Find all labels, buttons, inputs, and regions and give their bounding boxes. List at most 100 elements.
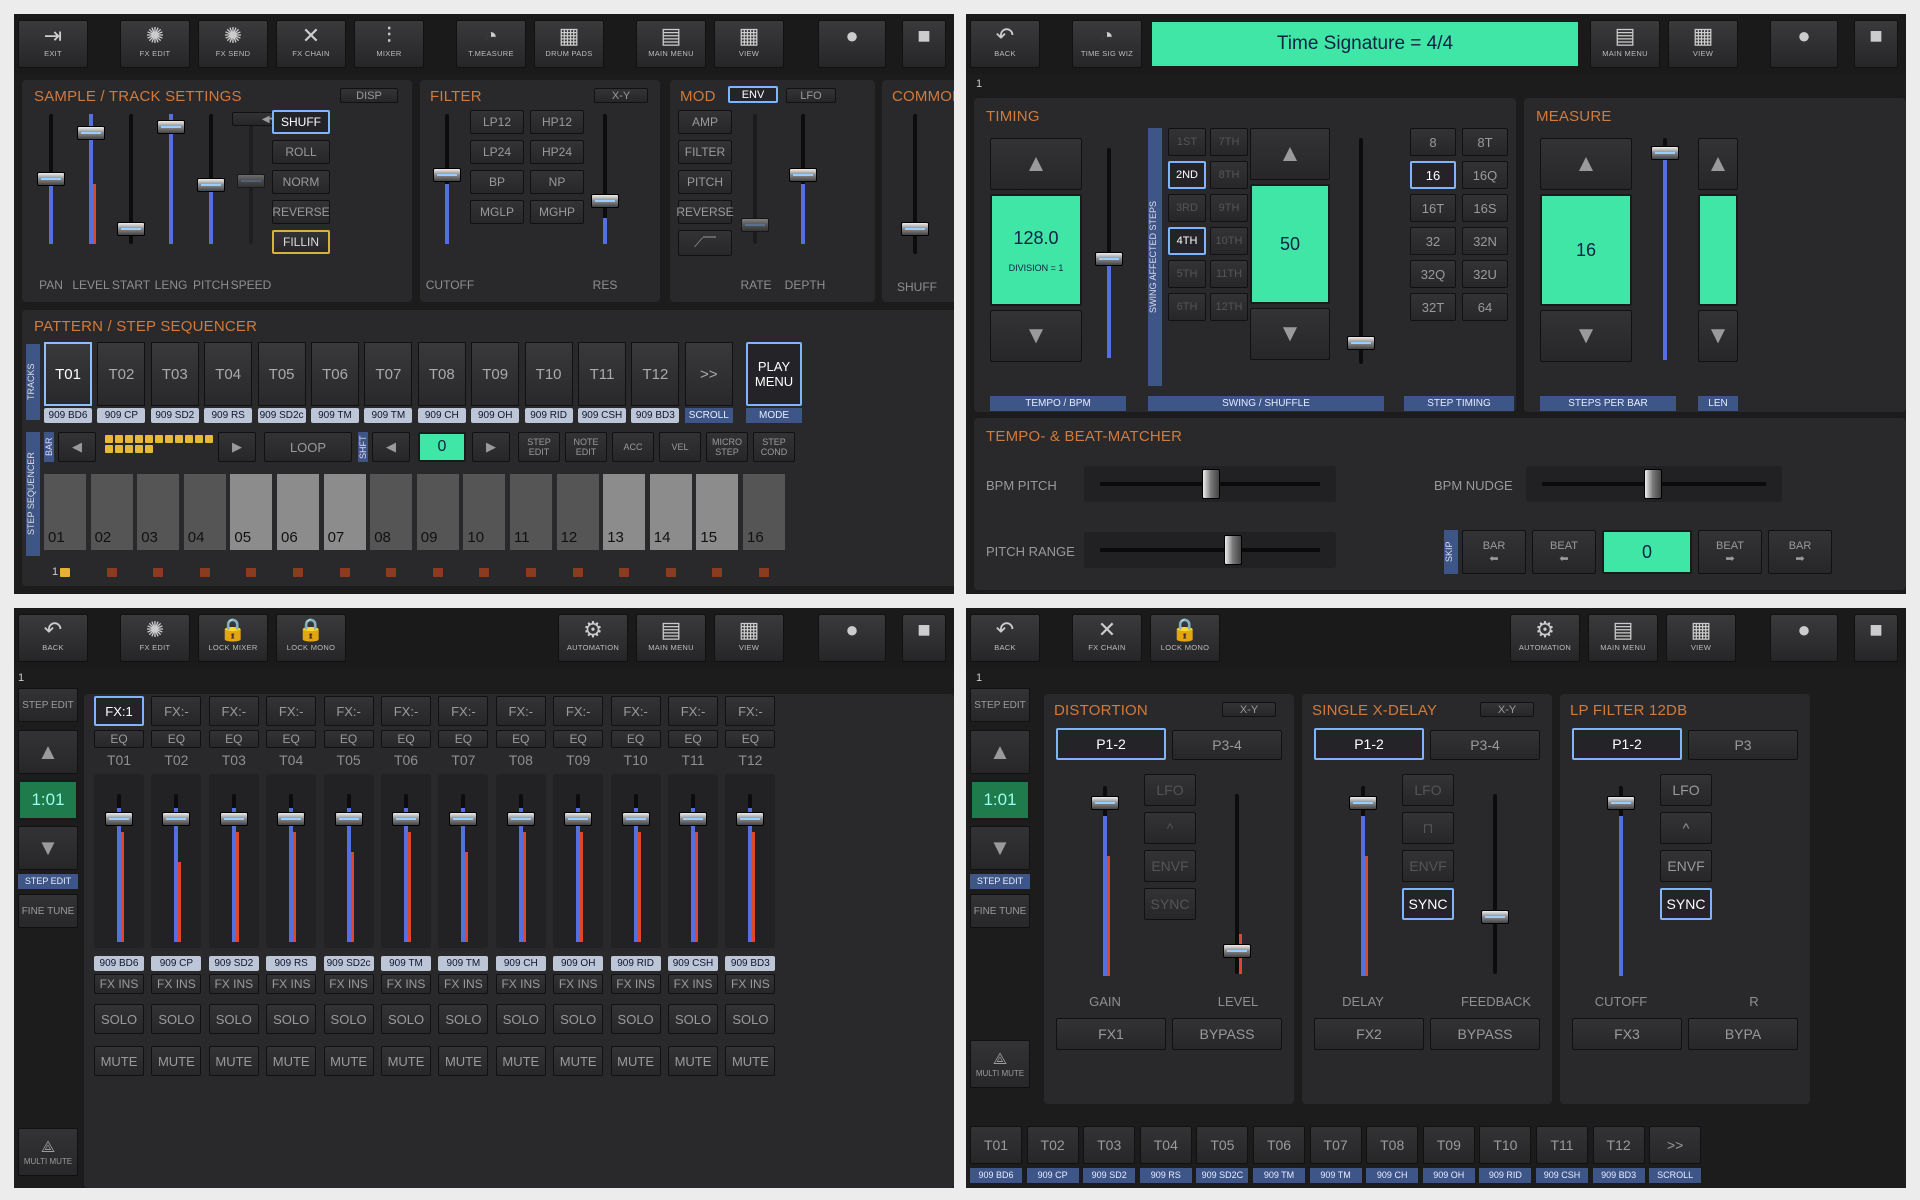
bypass-button[interactable]: BYPASS: [1430, 1018, 1540, 1050]
mod-envf-button[interactable]: ENVF: [1402, 850, 1454, 882]
swing-value[interactable]: 50: [1250, 184, 1330, 304]
automation-button[interactable]: ⚙ AUTOMATION: [558, 614, 628, 662]
p3-4-button[interactable]: P3-4: [1172, 730, 1282, 760]
mute-button[interactable]: MUTE: [208, 1046, 259, 1076]
fx-slot-button[interactable]: FX1: [1056, 1018, 1166, 1050]
track-button-t10[interactable]: T10: [524, 342, 573, 406]
fader-knob[interactable]: [162, 812, 191, 826]
track-button-t05[interactable]: T05: [257, 342, 306, 406]
envelope-shape-button[interactable]: ⟋⎺: [678, 230, 732, 256]
len-value[interactable]: [1698, 194, 1738, 306]
hp12-button[interactable]: HP12: [530, 110, 584, 134]
item-button[interactable]: ●: [818, 20, 886, 68]
p1-2-button[interactable]: P1-2: [1314, 728, 1424, 760]
step-pad[interactable]: 09: [416, 474, 459, 550]
xy-button[interactable]: X-Y: [1480, 702, 1534, 717]
roll-button[interactable]: ROLL: [272, 140, 330, 164]
step-pad[interactable]: 03: [137, 474, 180, 550]
fx-ins-button[interactable]: FX INS: [208, 974, 259, 994]
track-button-item[interactable]: >>: [684, 342, 733, 406]
fx-ins-button[interactable]: FX INS: [495, 974, 546, 994]
item-button[interactable]: ■: [902, 20, 946, 68]
mod-envf-button[interactable]: ENVF: [1660, 850, 1712, 882]
step-up-button[interactable]: ▲: [970, 730, 1030, 774]
cutoff-fader[interactable]: [432, 114, 462, 244]
bar-prev-button[interactable]: ◀: [58, 432, 96, 462]
track-button-t02[interactable]: T02: [1026, 1126, 1079, 1164]
fader-knob[interactable]: [117, 222, 145, 236]
fader-knob[interactable]: [736, 812, 765, 826]
fx-send-button[interactable]: ✺ FX SEND: [198, 20, 268, 68]
eq-button[interactable]: EQ: [438, 730, 489, 748]
speed-fader[interactable]: [236, 114, 266, 244]
multi-mute-button[interactable]: ⟁ MULTI MUTE: [970, 1040, 1030, 1088]
exit-button[interactable]: ⇥ EXIT: [18, 20, 88, 68]
mute-button[interactable]: MUTE: [323, 1046, 374, 1076]
play-menu-button[interactable]: PLAY MENU: [746, 342, 802, 406]
skip-bar-back-button[interactable]: BAR ⬅: [1462, 530, 1526, 574]
solo-button[interactable]: SOLO: [323, 1004, 374, 1034]
lock-mixer-button[interactable]: 🔒 LOCK MIXER: [198, 614, 268, 662]
eq-button[interactable]: EQ: [668, 730, 718, 748]
step-cond-button[interactable]: STEP COND: [753, 432, 795, 462]
bypass-button[interactable]: BYPA: [1688, 1018, 1798, 1050]
step-timing-32n[interactable]: 32N: [1462, 227, 1508, 255]
view-button[interactable]: ▦ VIEW: [714, 20, 784, 68]
step-timing-16s[interactable]: 16S: [1462, 194, 1508, 222]
channel-fader[interactable]: [219, 794, 249, 942]
track-button-t07[interactable]: T07: [364, 342, 413, 406]
step-timing-32[interactable]: 32: [1410, 227, 1456, 255]
step-pad[interactable]: 12: [556, 474, 599, 550]
item-button[interactable]: ●: [1770, 614, 1838, 662]
channel-fader[interactable]: [735, 794, 765, 942]
skip-beat-forward-button[interactable]: BEAT ➡: [1698, 530, 1762, 574]
fx-slot-button[interactable]: FX:-: [553, 696, 604, 726]
step-pad[interactable]: 01: [44, 474, 86, 550]
fx-slot-button[interactable]: FX:-: [323, 696, 374, 726]
amp-button[interactable]: AMP: [678, 110, 732, 134]
mod-item-button[interactable]: ^: [1144, 812, 1196, 844]
fader-knob[interactable]: [157, 120, 185, 134]
step-pad[interactable]: 04: [183, 474, 226, 550]
fx-slot-button[interactable]: FX:-: [151, 696, 202, 726]
mute-button[interactable]: MUTE: [266, 1046, 317, 1076]
view-button[interactable]: ▦ VIEW: [1668, 20, 1738, 68]
filter-button[interactable]: FILTER: [678, 140, 732, 164]
p1-2-button[interactable]: P1-2: [1056, 728, 1166, 760]
lfo-button[interactable]: LFO: [786, 88, 836, 103]
track-button-t01[interactable]: T01: [44, 342, 92, 406]
mute-button[interactable]: MUTE: [725, 1046, 776, 1076]
channel-fader[interactable]: [621, 794, 651, 942]
pitch-fader[interactable]: [196, 114, 226, 244]
hp24-button[interactable]: HP24: [530, 140, 584, 164]
measure-down-button[interactable]: ▼: [1540, 310, 1632, 362]
step-edit-button[interactable]: STEP EDIT: [970, 688, 1030, 722]
fx-slot-button[interactable]: FX:-: [266, 696, 317, 726]
np-button[interactable]: NP: [530, 170, 584, 194]
step-pad[interactable]: 02: [90, 474, 133, 550]
eq-button[interactable]: EQ: [610, 730, 661, 748]
fader-knob[interactable]: [392, 812, 420, 826]
mute-button[interactable]: MUTE: [610, 1046, 661, 1076]
fx-slot-button[interactable]: FX:-: [668, 696, 718, 726]
len-up-button[interactable]: ▲: [1698, 138, 1738, 190]
swing-step-12th[interactable]: 12TH: [1210, 293, 1248, 321]
eq-button[interactable]: EQ: [323, 730, 374, 748]
swing-step-5th[interactable]: 5TH: [1168, 260, 1206, 288]
channel-fader[interactable]: [391, 794, 421, 942]
fx-chain-button[interactable]: ✕ FX CHAIN: [1072, 614, 1142, 662]
mute-button[interactable]: MUTE: [438, 1046, 489, 1076]
item-button[interactable]: ■: [1854, 20, 1898, 68]
channel-fader[interactable]: [448, 794, 478, 942]
fx-ins-button[interactable]: FX INS: [151, 974, 202, 994]
solo-button[interactable]: SOLO: [495, 1004, 546, 1034]
mod-lfo-button[interactable]: LFO: [1402, 774, 1454, 806]
track-button-t01[interactable]: T01: [970, 1126, 1022, 1164]
fader-knob[interactable]: [506, 812, 535, 826]
pan-fader[interactable]: [36, 114, 66, 244]
solo-button[interactable]: SOLO: [553, 1004, 604, 1034]
step-timing-16q[interactable]: 16Q: [1462, 161, 1508, 189]
swing-step-8th[interactable]: 8TH: [1210, 161, 1248, 189]
main-menu-button[interactable]: ▤ MAIN MENU: [636, 20, 706, 68]
fader-knob[interactable]: [591, 194, 619, 208]
